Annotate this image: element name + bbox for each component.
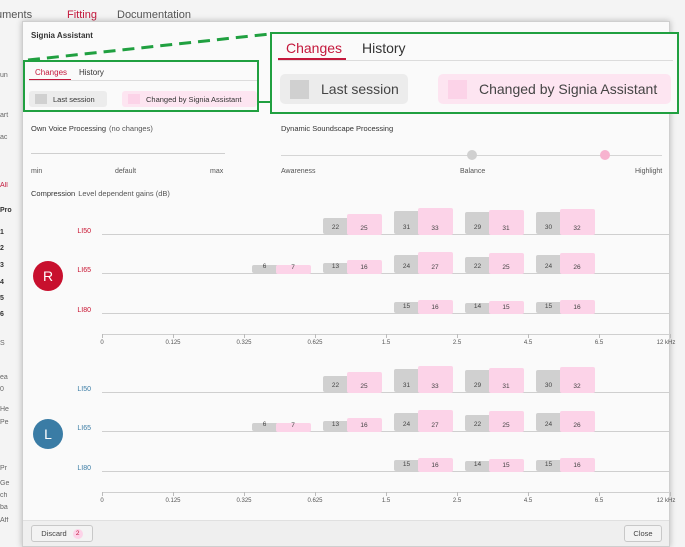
zoom-last-session-swatch (290, 79, 309, 99)
zoom-tabs-divider (278, 60, 673, 61)
zoom-tab-changes[interactable]: Changes (286, 40, 342, 56)
zoom-legend-changed: Changed by Signia Assistant (438, 74, 671, 104)
zoom-callout: Changes History Last session Changed by … (270, 32, 679, 114)
zoom-last-session-label: Last session (321, 81, 399, 97)
zoom-tab-history[interactable]: History (362, 40, 406, 56)
zoom-changed-label: Changed by Signia Assistant (479, 81, 658, 97)
zoom-legend-last-session: Last session (280, 74, 408, 104)
zoom-changed-swatch (448, 79, 467, 99)
